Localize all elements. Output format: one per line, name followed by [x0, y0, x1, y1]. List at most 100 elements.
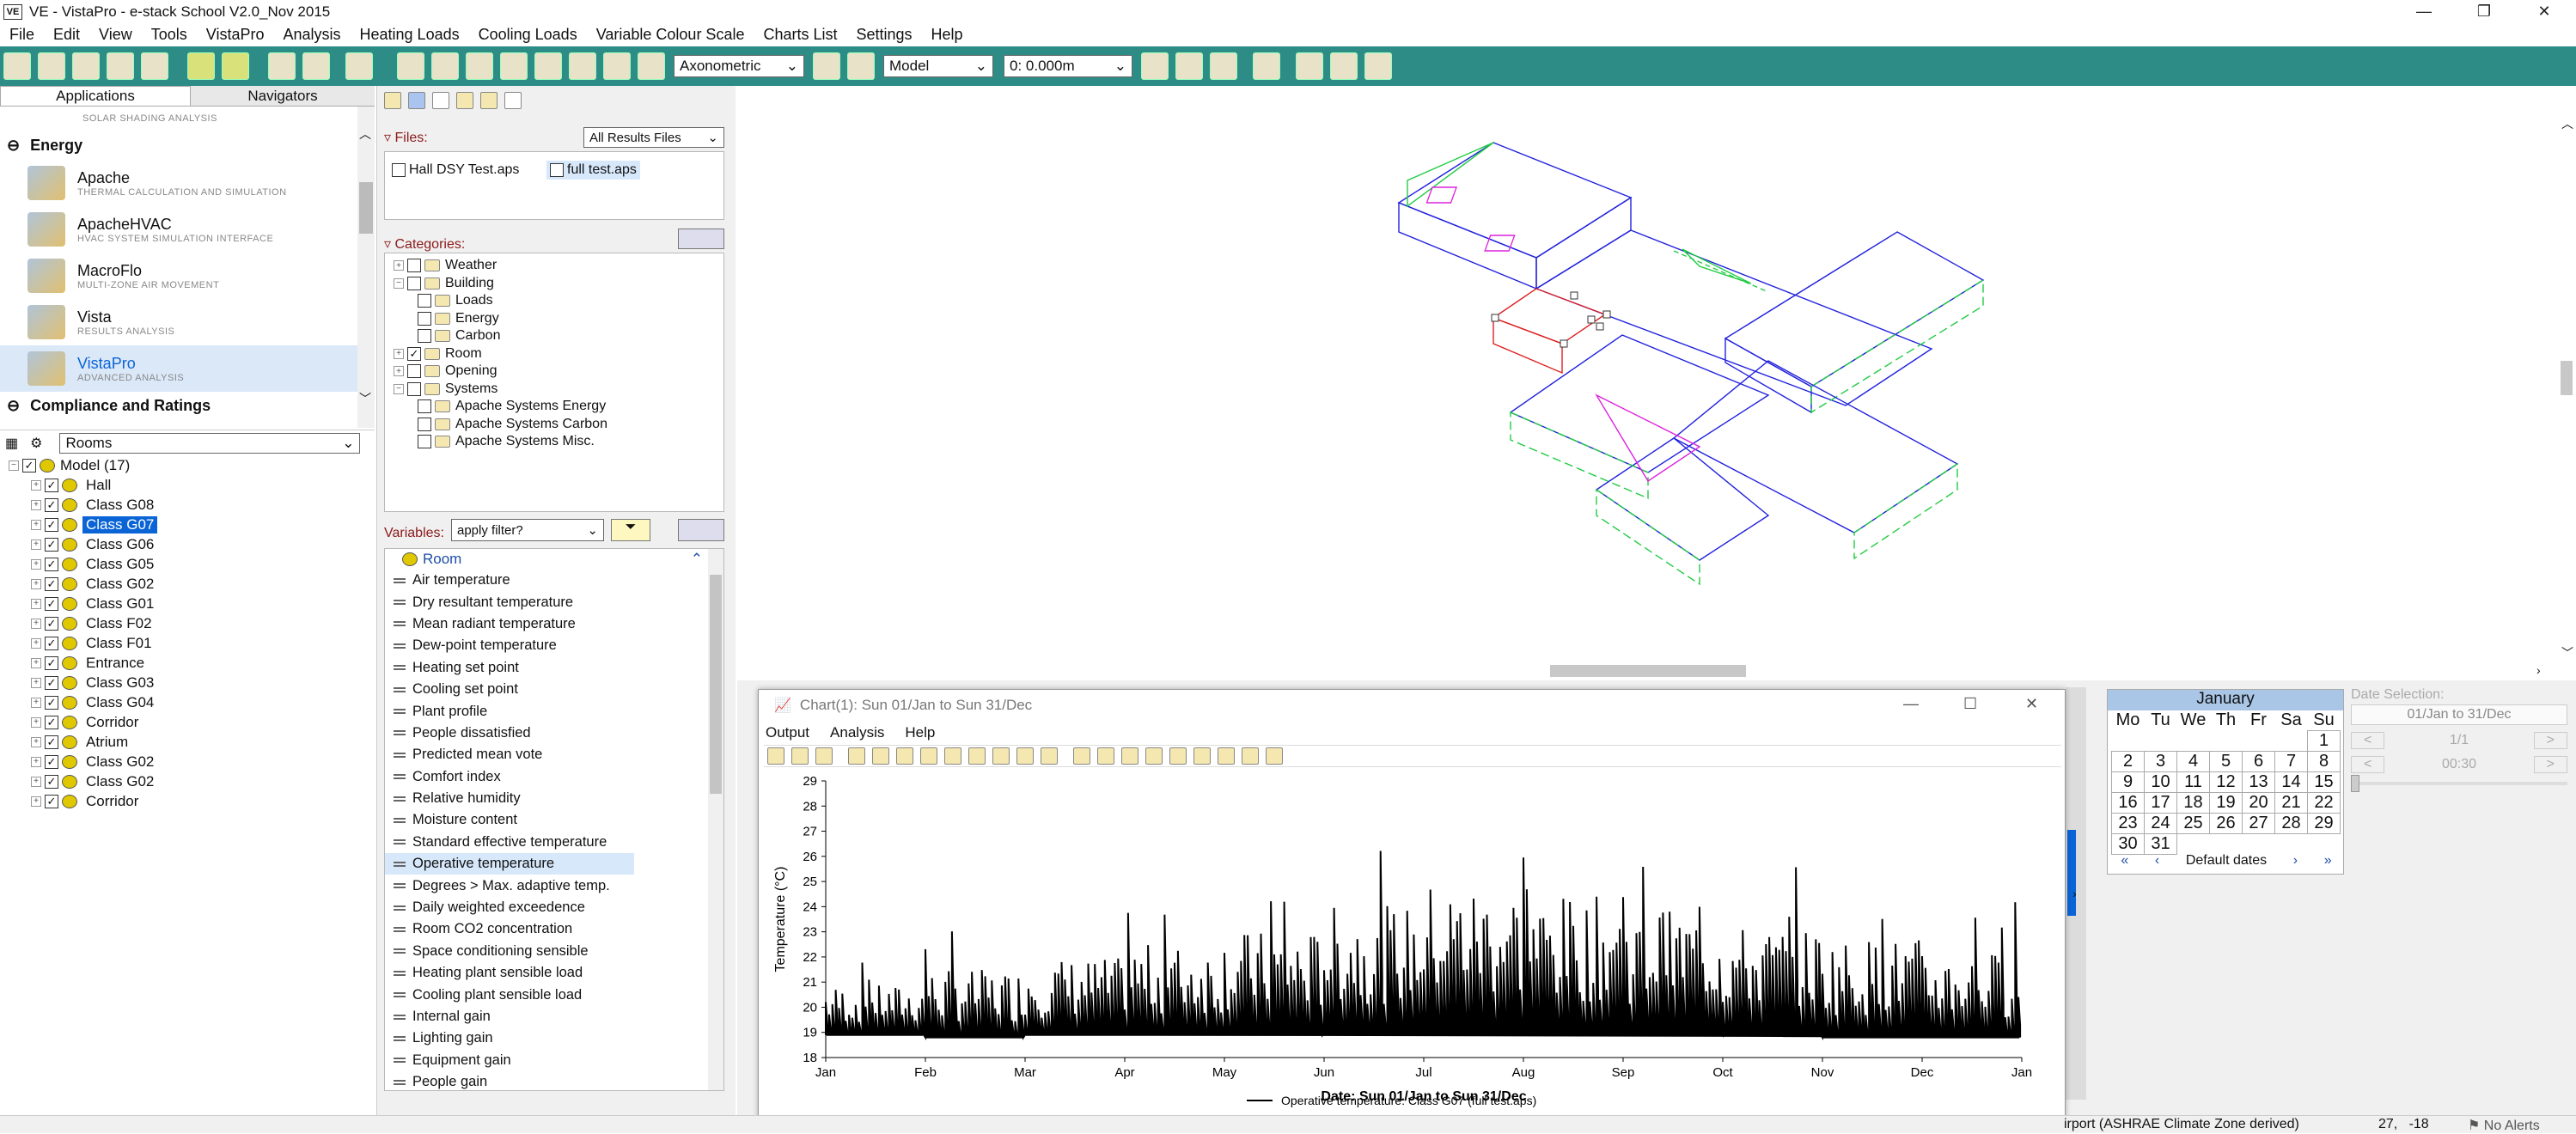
checkbox[interactable]: ✓ — [45, 754, 58, 769]
variable-item[interactable]: Dew-point temperature — [385, 635, 723, 656]
checkbox[interactable]: ✓ — [407, 346, 421, 361]
prev-icon[interactable]: ‹ — [2155, 853, 2159, 869]
checkbox[interactable]: ✓ — [45, 497, 58, 512]
scrollbar-thumb[interactable] — [2561, 361, 2573, 395]
expand-icon[interactable]: − — [394, 277, 404, 289]
category-item[interactable]: Loads — [385, 292, 723, 310]
checkbox[interactable] — [418, 294, 431, 308]
calendar-day[interactable]: 6 — [2242, 751, 2275, 772]
room-item[interactable]: + ✓ Class G04 — [0, 692, 375, 712]
checkbox[interactable]: ✓ — [45, 576, 58, 591]
grid-icon[interactable] — [302, 52, 330, 80]
variable-item[interactable]: Predicted mean vote — [385, 744, 723, 765]
variable-item[interactable]: Heating plant sensible load — [385, 962, 723, 984]
pan-icon[interactable] — [569, 52, 596, 80]
variables-scrollbar[interactable] — [708, 549, 723, 1090]
app-vistapro[interactable]: VistaPro ADVANCED ANALYSIS — [0, 345, 375, 392]
menu-cooling-loads[interactable]: Cooling Loads — [469, 26, 587, 44]
layers-icon[interactable] — [456, 92, 473, 109]
level-down-icon[interactable] — [1175, 52, 1203, 80]
checkbox[interactable] — [418, 311, 431, 326]
menu-file[interactable]: File — [0, 26, 44, 44]
expand-icon[interactable]: + — [31, 479, 41, 491]
print-icon[interactable] — [791, 747, 809, 765]
legend-icon[interactable] — [1121, 747, 1138, 765]
clock-icon[interactable] — [992, 747, 1010, 765]
variable-item[interactable]: Dry resultant temperature — [385, 591, 723, 613]
variable-item[interactable]: Degrees > Max. adaptive temp. — [385, 875, 723, 896]
table-icon[interactable] — [896, 747, 913, 765]
app-apache[interactable]: Apache THERMAL CALCULATION AND SIMULATION — [0, 160, 375, 206]
expand-icon[interactable]: + — [31, 736, 41, 747]
variable-item[interactable]: Equipment gain — [385, 1050, 723, 1071]
variable-item[interactable]: People gain — [385, 1071, 723, 1090]
model-icon[interactable] — [187, 52, 215, 80]
checkbox[interactable] — [550, 163, 564, 177]
tree-model[interactable]: − ✓ Model (17) — [0, 455, 375, 475]
checkbox[interactable]: ✓ — [45, 636, 58, 650]
scroll-up-icon[interactable]: ︿ — [359, 125, 371, 143]
menu-help[interactable]: Help — [922, 26, 973, 44]
expand-icon[interactable]: + — [31, 637, 41, 649]
menu-tools[interactable]: Tools — [142, 26, 197, 44]
folder-icon[interactable] — [141, 52, 168, 80]
menu-vistapro[interactable]: VistaPro — [197, 26, 274, 44]
date-range-field[interactable]: 01/Jan to 31/Dec — [2351, 704, 2567, 725]
page-prev-button[interactable]: < — [2351, 732, 2385, 749]
expand-icon[interactable]: + — [31, 756, 41, 767]
grid-icon[interactable]: ▦ — [5, 435, 18, 452]
save-icon[interactable] — [72, 52, 100, 80]
pointer-icon[interactable] — [432, 92, 449, 109]
calendar-day[interactable]: 17 — [2144, 792, 2177, 814]
checkbox[interactable] — [418, 399, 431, 414]
render-icon[interactable] — [847, 52, 875, 80]
time-prev-button[interactable]: < — [2351, 756, 2385, 773]
calendar-day[interactable]: 22 — [2307, 792, 2341, 814]
rooms-filter-select[interactable]: Rooms ⌄ — [59, 432, 361, 454]
calendar-day[interactable]: 29 — [2307, 813, 2341, 834]
expand-icon[interactable]: + — [31, 499, 41, 510]
app-macroflo[interactable]: MacroFlo MULTI-ZONE AIR MOVEMENT — [0, 253, 375, 299]
zoom-out-icon[interactable] — [534, 52, 562, 80]
zoom-in-icon[interactable] — [500, 52, 528, 80]
info-icon[interactable] — [408, 92, 425, 109]
calendar-day[interactable]: 16 — [2111, 792, 2145, 814]
zoom-window-icon[interactable] — [431, 52, 459, 80]
category-item[interactable]: Apache Systems Energy — [385, 398, 723, 416]
rotate-icon[interactable] — [603, 52, 631, 80]
chart-menu-output[interactable]: Output — [766, 724, 809, 741]
room-item[interactable]: + ✓ Class G02 — [0, 771, 375, 791]
calendar-day[interactable]: 13 — [2242, 771, 2275, 793]
cumulative-icon[interactable] — [1041, 747, 1058, 765]
scale-icon[interactable] — [1073, 747, 1090, 765]
checkbox[interactable] — [418, 329, 431, 344]
checkbox[interactable] — [407, 276, 421, 290]
scroll-right-icon[interactable]: › — [2536, 663, 2541, 677]
scroll-up-icon[interactable]: ︿ — [2561, 115, 2573, 132]
variable-item[interactable]: Standard effective temperature — [385, 832, 723, 853]
line-chart-icon[interactable] — [848, 747, 865, 765]
zoom-box-icon[interactable] — [466, 52, 493, 80]
model-view-icon[interactable] — [222, 52, 249, 80]
filter-funnel-icon[interactable]: ⏷ — [611, 519, 650, 541]
north-icon[interactable] — [1253, 52, 1280, 80]
category-item[interactable]: Apache Systems Misc. — [385, 433, 723, 451]
camera-icon[interactable] — [813, 52, 840, 80]
checkbox[interactable]: ✓ — [45, 774, 58, 789]
calendar-day[interactable]: 7 — [2274, 751, 2308, 772]
time-next-button[interactable]: > — [2533, 756, 2567, 773]
calendar-day[interactable]: 18 — [2176, 792, 2210, 814]
menu-heating-loads[interactable]: Heating Loads — [351, 26, 469, 44]
room-item[interactable]: + ✓ Hall — [0, 475, 375, 495]
expand-icon[interactable]: + — [31, 716, 41, 728]
frequency-icon[interactable] — [1016, 747, 1034, 765]
calendar-day[interactable]: 23 — [2111, 813, 2145, 834]
category-item[interactable]: Energy — [385, 310, 723, 328]
variable-item[interactable]: People dissatisfied — [385, 722, 723, 744]
calendar-day[interactable]: 14 — [2274, 771, 2308, 793]
expand-icon[interactable]: + — [31, 776, 41, 787]
viewport-hscroll[interactable]: › — [737, 663, 2557, 679]
checkbox[interactable]: ✓ — [45, 596, 58, 611]
calendar-day[interactable]: 10 — [2144, 771, 2177, 793]
checkbox[interactable]: ✓ — [45, 537, 58, 552]
